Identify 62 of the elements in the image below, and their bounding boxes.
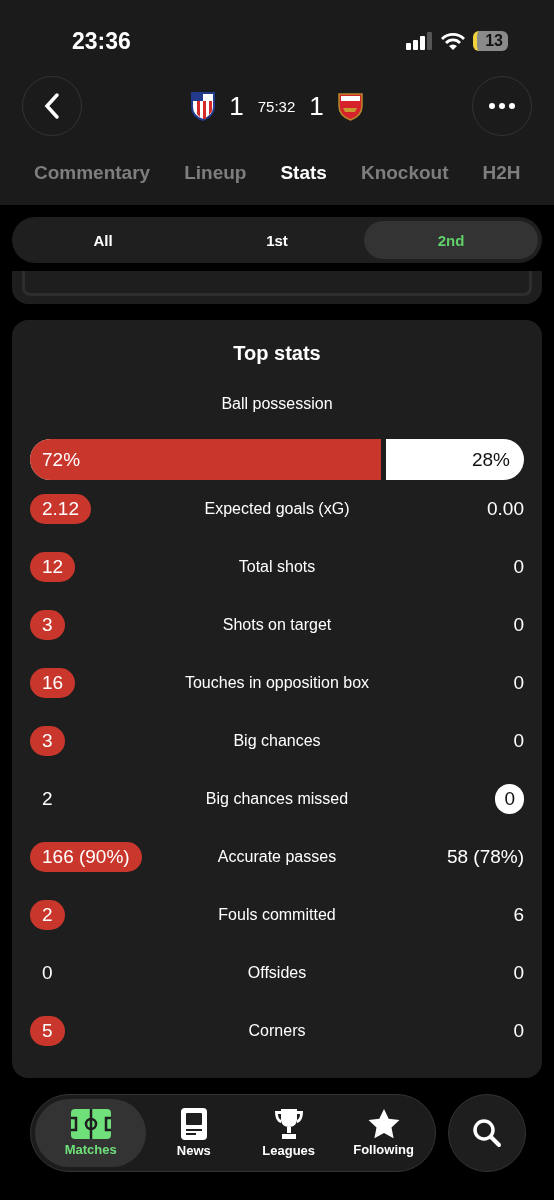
home-score: 1 [229,90,244,122]
stat-value: 0 [495,784,524,814]
search-icon [472,1118,502,1148]
match-clock: 75:32 [257,97,296,115]
stat-label: Big chances [232,732,322,750]
stat-value: 16 [30,668,76,698]
more-icon [489,103,515,109]
crest-icon [191,91,216,121]
stat-value: 3 [30,726,65,756]
signal-icon [406,32,434,50]
back-icon [42,92,62,120]
stat-value: 3 [30,610,65,640]
stat-value: 6 [513,903,524,927]
stat-label: Total shots [237,558,317,576]
tab[interactable]: Knockout [360,162,449,184]
nav-item[interactable]: Leagues [241,1099,337,1167]
tab[interactable]: Stats [280,162,327,184]
stat-value: 0 [513,671,524,695]
stat-value: 2 [41,787,54,811]
trophy-icon [273,1108,304,1140]
stat-value: 0 [513,555,524,579]
stat-value: 0 [513,961,524,985]
stat-label: Offsides [246,964,308,982]
stat-value: 0 [513,1019,524,1043]
stat-label: Touches in opposition box [183,674,371,692]
tab[interactable]: Commentary [34,162,151,184]
stat-label: Fouls committed [217,906,337,924]
nav-item[interactable]: Following [336,1099,431,1167]
stat-label: Ball possession [220,395,334,413]
stat-value: 12 [30,552,76,582]
nav-item[interactable]: News [146,1099,242,1167]
crest-icon [337,91,363,121]
star-icon [367,1109,400,1139]
period-tab[interactable]: All [16,221,190,259]
stat-value: 2 [30,900,65,930]
stat-label: Expected goals (xG) [203,500,351,518]
card-title: Top stats [232,342,322,365]
status-time: 23:36 [72,27,131,55]
nav-item[interactable]: Matches [35,1099,147,1167]
possession-value: 28% [470,448,511,471]
stat-value: 166 (90%) [30,842,142,872]
stat-label: Accurate passes [216,848,338,866]
stat-value: 0 [41,961,54,985]
tab[interactable]: H2H [482,162,521,184]
news-icon [180,1108,207,1140]
stat-label: Shots on target [221,616,333,634]
stat-value: 0 [513,729,524,753]
stat-label: Big chances missed [204,790,350,808]
tab[interactable]: Lineup [184,162,247,184]
pitch-icon [70,1109,111,1139]
stat-value: 0.00 [487,497,524,521]
stat-value: 0 [513,613,524,637]
period-tab[interactable]: 2nd [364,221,538,259]
stat-label: Corners [247,1022,307,1040]
away-score: 1 [309,90,324,122]
possession-fill: 72% [30,439,386,480]
wifi-icon [441,32,466,50]
battery-indicator: 13 [473,31,508,51]
stat-value: 58 (78%) [446,845,524,869]
stat-value: 2.12 [30,494,91,524]
period-tab[interactable]: 1st [190,221,364,259]
stat-value: 5 [30,1016,65,1046]
